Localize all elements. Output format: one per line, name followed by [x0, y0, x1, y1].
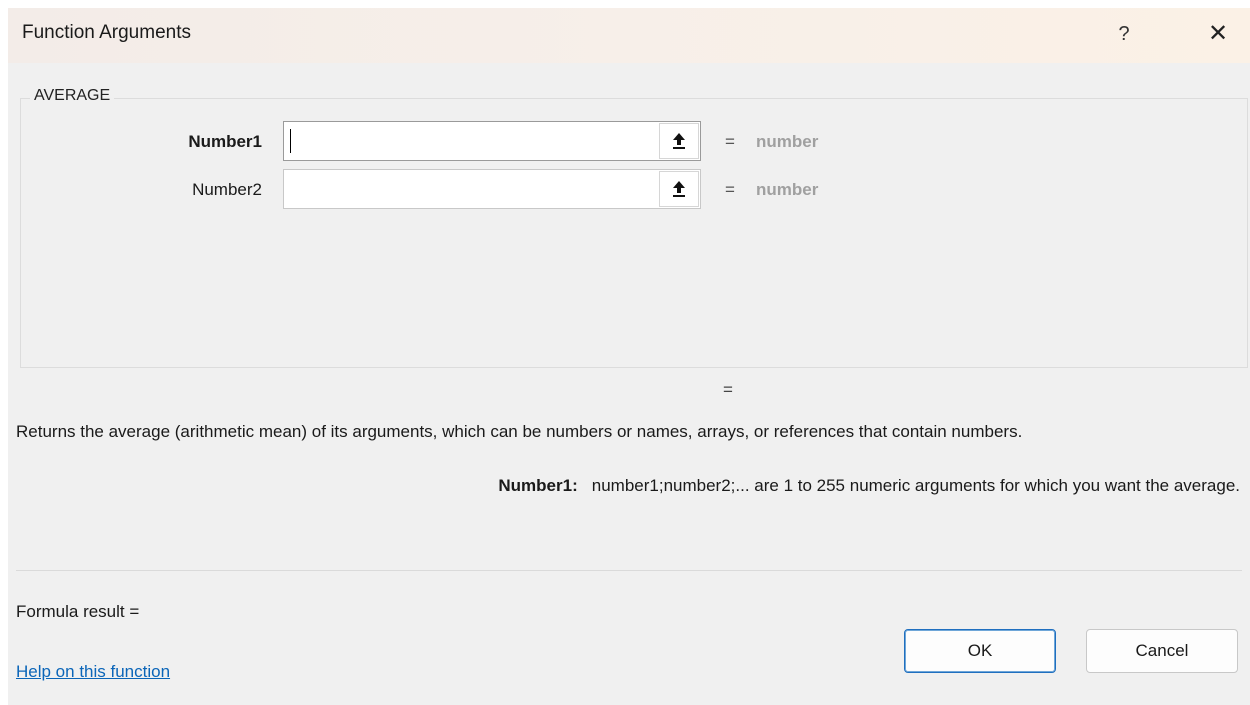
collapse-dialog-icon[interactable]	[659, 123, 699, 159]
function-description: Returns the average (arithmetic mean) of…	[16, 422, 1023, 441]
function-arguments-dialog: Function Arguments ? ✕ AVERAGE Number1 =…	[8, 8, 1250, 705]
dialog-title: Function Arguments	[22, 22, 191, 43]
text-caret	[290, 129, 291, 153]
argument-label-number1: Number1	[188, 132, 262, 151]
collapse-dialog-icon[interactable]	[659, 171, 699, 207]
argument-input-number1[interactable]	[283, 121, 701, 161]
upload-arrow-icon	[673, 133, 685, 149]
argument-result-number2: number	[756, 180, 819, 199]
argument-label-number2: Number2	[192, 180, 262, 199]
argument-equals-number2: =	[725, 180, 735, 199]
argument-help: Number1: number1;number2;... are 1 to 255…	[498, 476, 1240, 496]
argument-input-number2[interactable]	[283, 169, 701, 209]
formula-result: Formula result =	[16, 602, 140, 621]
argument-result-number1: number	[756, 132, 819, 151]
function-name: AVERAGE	[30, 87, 115, 105]
help-link[interactable]: Help on this function	[16, 662, 170, 682]
argument-help-name: Number1:	[498, 476, 578, 495]
cancel-button[interactable]: Cancel	[1086, 629, 1238, 673]
ok-button[interactable]: OK	[904, 629, 1056, 673]
help-icon[interactable]: ?	[1106, 16, 1142, 52]
argument-help-text: number1;number2;... are 1 to 255 numeric…	[591, 476, 1240, 495]
close-icon[interactable]: ✕	[1200, 16, 1236, 52]
argument-equals-number1: =	[725, 132, 735, 151]
function-result-equals: =	[723, 380, 733, 399]
title-bar: Function Arguments ? ✕	[8, 8, 1250, 63]
upload-arrow-icon	[673, 181, 685, 197]
separator	[16, 570, 1242, 571]
